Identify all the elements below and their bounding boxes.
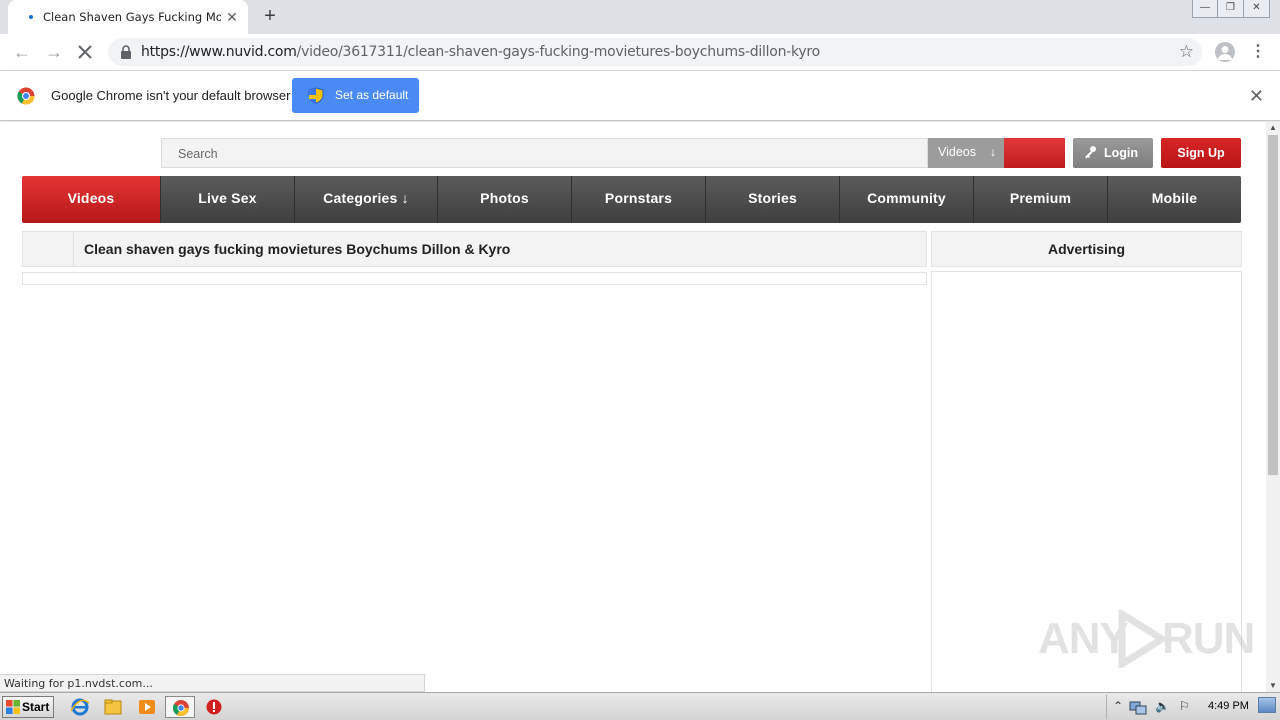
- back-arrow-icon[interactable]: ←: [10, 40, 34, 64]
- key-icon: [1085, 146, 1096, 159]
- taskbar-clock[interactable]: 4:49 PM: [1208, 700, 1249, 712]
- login-label: Login: [1104, 146, 1139, 160]
- browser-toolbar: ← → https://www.nuvid.com/video/3617311/…: [0, 34, 1280, 71]
- search-submit-button[interactable]: [1004, 138, 1065, 168]
- search-type-label: Videos: [938, 145, 976, 159]
- main-nav: Videos Live Sex Categories ↓ Photos Porn…: [22, 176, 1241, 223]
- login-button[interactable]: Login: [1073, 138, 1153, 168]
- windows-logo-icon: [6, 700, 20, 714]
- internet-explorer-icon[interactable]: [69, 697, 91, 717]
- nav-photos[interactable]: Photos: [437, 176, 571, 223]
- nav-premium[interactable]: Premium: [973, 176, 1107, 223]
- stop-sign-icon[interactable]: [203, 697, 225, 717]
- lock-icon: [121, 45, 131, 59]
- set-as-default-button[interactable]: Set as default: [292, 78, 419, 113]
- action-center-flag-icon[interactable]: ⚐: [1179, 699, 1190, 713]
- uac-shield-icon: [308, 87, 324, 104]
- scroll-down-icon[interactable]: ▼: [1266, 680, 1280, 692]
- tray-expand-icon[interactable]: ⌃: [1113, 699, 1123, 713]
- video-title: Clean shaven gays fucking movietures Boy…: [84, 241, 511, 257]
- browser-tab[interactable]: Clean Shaven Gays Fucking Movietures ✕: [8, 0, 248, 34]
- set-as-default-label: Set as default: [335, 88, 409, 102]
- page-viewport: Search Videos ↓ Login Sign Up Videos Liv…: [0, 122, 1266, 692]
- chrome-menu-icon[interactable]: ⋮: [1250, 42, 1266, 62]
- signup-button[interactable]: Sign Up: [1161, 138, 1241, 168]
- nav-categories[interactable]: Categories ↓: [294, 176, 437, 223]
- advertising-header: Advertising: [931, 231, 1242, 267]
- volume-icon[interactable]: 🔈: [1155, 699, 1170, 713]
- nav-community[interactable]: Community: [839, 176, 973, 223]
- scrollbar-thumb[interactable]: [1268, 135, 1278, 475]
- tab-strip: Clean Shaven Gays Fucking Movietures ✕ +…: [0, 0, 1280, 34]
- url-text: https://www.nuvid.com/video/3617311/clea…: [141, 44, 820, 60]
- new-tab-button[interactable]: +: [259, 6, 281, 28]
- url-path: /video/3617311/clean-shaven-gays-fucking…: [296, 44, 821, 60]
- nav-stories[interactable]: Stories: [705, 176, 839, 223]
- bookmark-star-icon[interactable]: ☆: [1179, 42, 1194, 62]
- system-tray: ⌃ 🔈 ⚐: [1106, 695, 1280, 719]
- nav-pornstars[interactable]: Pornstars: [571, 176, 705, 223]
- nav-mobile[interactable]: Mobile: [1107, 176, 1241, 223]
- close-window-button[interactable]: ✕: [1244, 0, 1270, 18]
- play-logo-icon: [1118, 610, 1168, 668]
- media-player-icon[interactable]: [136, 697, 158, 717]
- search-input[interactable]: Search: [161, 138, 928, 168]
- url-host: https://www.nuvid.com: [141, 44, 297, 60]
- network-icon[interactable]: [1129, 700, 1147, 716]
- watermark-right-text: RUN: [1162, 614, 1255, 663]
- chevron-down-icon: ↓: [989, 145, 996, 159]
- windows-taskbar: Start ⌃ 🔈 ⚐ 4:49 PM: [0, 692, 1280, 720]
- loading-spinner-icon: [29, 15, 33, 19]
- profile-avatar-icon[interactable]: [1215, 42, 1235, 62]
- tab-title: Clean Shaven Gays Fucking Movietures: [43, 10, 221, 24]
- tab-close-icon[interactable]: ✕: [224, 9, 240, 25]
- default-browser-infobar: Google Chrome isn't your default browser…: [0, 71, 1280, 121]
- start-label: Start: [22, 700, 50, 714]
- nav-videos[interactable]: Videos: [22, 176, 160, 223]
- forward-arrow-icon[interactable]: →: [42, 40, 66, 64]
- video-title-bar: Clean shaven gays fucking movietures Boy…: [22, 231, 927, 267]
- scroll-up-icon[interactable]: ▲: [1266, 122, 1280, 134]
- address-bar[interactable]: https://www.nuvid.com/video/3617311/clea…: [108, 38, 1202, 66]
- restore-button[interactable]: ❐: [1218, 0, 1244, 18]
- video-player-container: [22, 272, 927, 285]
- status-bubble: Waiting for p1.nvdst.com...: [0, 674, 425, 692]
- nav-live-sex[interactable]: Live Sex: [160, 176, 294, 223]
- chrome-taskbar-icon: [173, 700, 189, 716]
- stop-loading-icon[interactable]: [74, 41, 96, 63]
- infobar-message: Google Chrome isn't your default browser: [51, 88, 291, 103]
- infobar-close-icon[interactable]: ✕: [1249, 86, 1264, 107]
- show-desktop-icon[interactable]: [1258, 697, 1276, 713]
- file-explorer-icon[interactable]: [102, 697, 124, 717]
- chrome-taskbar-button[interactable]: [165, 696, 195, 718]
- chrome-logo-icon: [17, 87, 35, 105]
- anyrun-watermark: ANY RUN: [1038, 608, 1255, 670]
- start-button[interactable]: Start: [2, 696, 54, 718]
- title-bar-lead-cell: [23, 232, 74, 266]
- search-type-dropdown[interactable]: Videos ↓: [928, 138, 1004, 168]
- minimize-button[interactable]: —: [1192, 0, 1218, 18]
- page-scrollbar[interactable]: ▲ ▼: [1266, 122, 1280, 692]
- window-controls: — ❐ ✕: [1192, 0, 1270, 18]
